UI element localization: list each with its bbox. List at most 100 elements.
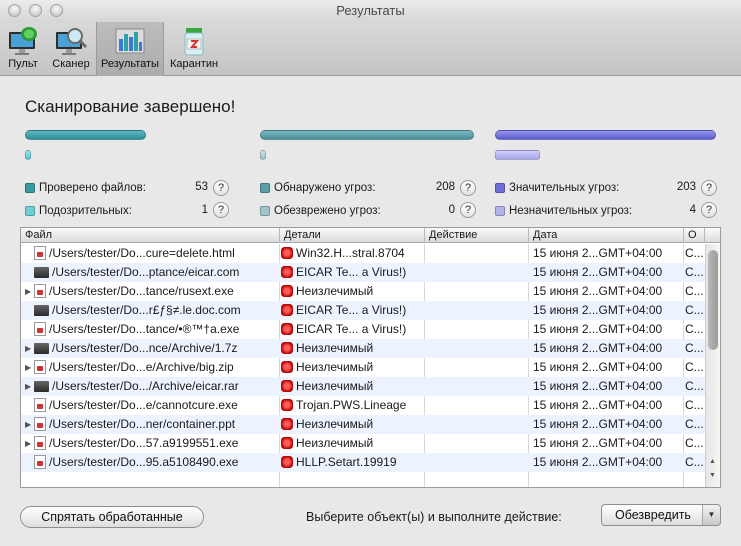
toolbar-label: Результаты: [101, 58, 159, 70]
toolbar-button-scanner[interactable]: Сканер: [46, 22, 96, 76]
action-cell: [427, 453, 527, 472]
disclosure-triangle-icon[interactable]: ▶: [25, 415, 34, 434]
legend-swatch: [495, 183, 505, 193]
column-header-date[interactable]: Дата: [529, 228, 684, 243]
file-cell: /Users/tester/Do...95.a5108490.exe: [25, 453, 279, 472]
table-row[interactable]: ▶ /Users/tester/Do...57.a9199551.exe Неизл…: [21, 434, 705, 453]
table-row[interactable]: ▶ /Users/tester/Do...e/Archive/big.zip Неи…: [21, 358, 705, 377]
legend-swatch: [25, 183, 35, 193]
close-window-button[interactable]: [8, 4, 21, 17]
document-file-icon: [34, 435, 46, 450]
executable-file-icon: [34, 267, 49, 279]
date-cell: 15 июня 2...GMT+04:00: [533, 284, 663, 298]
executable-file-icon: [34, 381, 49, 393]
file-cell: ▶ /Users/tester/Do...e/Archive/big.zip: [25, 358, 279, 377]
threat-icon: [281, 436, 293, 449]
file-cell: /Users/tester/Do...cure=delete.html: [25, 244, 279, 263]
column-header-file[interactable]: Файл: [21, 228, 280, 243]
file-path: /Users/tester/Do...tance/•®™†a.exe: [49, 322, 240, 336]
zoom-window-button[interactable]: [50, 4, 63, 17]
table-row[interactable]: ▶ /Users/tester/Do...tance/rusext.exe Неиз…: [21, 282, 705, 301]
results-panel: Сканирование завершено! Проверено файлов…: [0, 77, 741, 546]
help-button[interactable]: ?: [213, 202, 229, 218]
column-header-action[interactable]: Действие: [425, 228, 529, 243]
o-cell: C...: [685, 322, 704, 336]
threat-icon: [281, 398, 293, 411]
toolbar-button-results[interactable]: Результаты: [96, 22, 164, 76]
file-cell: /Users/tester/Do...r£ƒ§≠.le.doc.com: [25, 301, 279, 320]
vertical-scrollbar[interactable]: ▲ ▼: [705, 244, 720, 487]
action-popup[interactable]: Обезвредить ▼: [601, 504, 721, 526]
scroll-down-arrow[interactable]: ▼: [709, 472, 716, 479]
toolbar-button-console[interactable]: Пульт: [0, 22, 46, 76]
disclosure-triangle-icon[interactable]: ▶: [25, 434, 34, 453]
help-button[interactable]: ?: [701, 202, 717, 218]
threat-icon: [281, 246, 293, 259]
file-path: /Users/tester/Do...95.a5108490.exe: [49, 455, 239, 469]
minimize-window-button[interactable]: [29, 4, 42, 17]
bar-chart-icon: [115, 28, 145, 54]
scroll-up-arrow[interactable]: ▲: [709, 458, 716, 465]
file-path: /Users/tester/Do...e/Archive/big.zip: [49, 360, 234, 374]
details-cell: EICAR Te... a Virus!): [281, 301, 424, 320]
help-button[interactable]: ?: [701, 180, 717, 196]
disclosure-triangle-icon[interactable]: ▶: [25, 339, 34, 358]
threat-name: Неизлечимый: [296, 341, 374, 355]
help-button[interactable]: ?: [460, 180, 476, 196]
file-path: /Users/tester/Do...ner/container.ppt: [49, 417, 236, 431]
title-bar: Результаты: [0, 0, 741, 22]
disclosure-triangle-icon[interactable]: ▶: [25, 377, 34, 396]
action-cell: [427, 282, 527, 301]
o-cell: C...: [685, 341, 704, 355]
table-row[interactable]: /Users/tester/Do...r£ƒ§≠.le.doc.com EICAR…: [21, 301, 705, 320]
neutralized-threats-bar: [260, 150, 266, 160]
table-row[interactable]: ▶ /Users/tester/Do...nce/Archive/1.7z Неиз…: [21, 339, 705, 358]
table-row[interactable]: ▶ /Users/tester/Do.../Archive/eicar.rar Не…: [21, 377, 705, 396]
table-row[interactable]: ▶ /Users/tester/Do...ner/container.ppt Неи…: [21, 415, 705, 434]
action-cell: [427, 320, 527, 339]
action-cell: [427, 396, 527, 415]
monitor-bug-icon: [9, 27, 37, 55]
legend-swatch: [495, 206, 505, 216]
page-title: Сканирование завершено!: [25, 97, 236, 116]
table-row[interactable]: /Users/tester/Do...95.a5108490.exe HLLP.S…: [21, 453, 705, 472]
details-cell: EICAR Te... a Virus!): [281, 263, 424, 282]
action-cell: [427, 244, 527, 263]
hide-processed-button[interactable]: Спрятать обработанные: [20, 506, 204, 528]
table-row[interactable]: /Users/tester/Do...cure=delete.html Win32…: [21, 244, 705, 263]
threat-icon: [281, 379, 293, 392]
checked-files-bar: [25, 130, 146, 140]
threat-icon: [281, 322, 293, 335]
threat-name: EICAR Te... a Virus!): [296, 265, 407, 279]
date-cell: 15 июня 2...GMT+04:00: [533, 436, 663, 450]
disclosure-triangle-icon[interactable]: ▶: [25, 282, 34, 301]
threat-name: EICAR Te... a Virus!): [296, 322, 407, 336]
help-button[interactable]: ?: [460, 202, 476, 218]
file-path: /Users/tester/Do...nce/Archive/1.7z: [52, 341, 238, 355]
details-cell: Неизлечимый: [281, 358, 424, 377]
legend-swatch: [25, 206, 35, 216]
scrollbar-thumb[interactable]: [708, 250, 718, 350]
file-cell: /Users/tester/Do...e/cannotcure.exe: [25, 396, 279, 415]
table-row[interactable]: /Users/tester/Do...ptance/eicar.com EICAR…: [21, 263, 705, 282]
toolbar-button-quarantine[interactable]: Карантин: [164, 22, 224, 76]
table-row[interactable]: /Users/tester/Do...tance/•®™†a.exe EICAR …: [21, 320, 705, 339]
o-cell: C...: [685, 455, 704, 469]
date-cell: 15 июня 2...GMT+04:00: [533, 246, 663, 260]
file-cell: ▶ /Users/tester/Do...ner/container.ppt: [25, 415, 279, 434]
date-cell: 15 июня 2...GMT+04:00: [533, 360, 663, 374]
details-cell: EICAR Te... a Virus!): [281, 320, 424, 339]
document-file-icon: [34, 454, 46, 469]
executable-file-icon: [34, 305, 49, 317]
help-button[interactable]: ?: [213, 180, 229, 196]
file-path: /Users/tester/Do...tance/rusext.exe: [49, 284, 234, 298]
table-row[interactable]: /Users/tester/Do...e/cannotcure.exe Troja…: [21, 396, 705, 415]
o-cell: C...: [685, 265, 704, 279]
disclosure-triangle-icon[interactable]: ▶: [25, 358, 34, 377]
monitor-magnifier-icon: [56, 28, 88, 55]
column-header-details[interactable]: Детали: [280, 228, 425, 243]
stat-value: 1: [201, 204, 208, 216]
toolbar-label: Карантин: [169, 58, 219, 70]
threat-name: Неизлечимый: [296, 436, 374, 450]
column-header-o[interactable]: О: [684, 228, 705, 243]
